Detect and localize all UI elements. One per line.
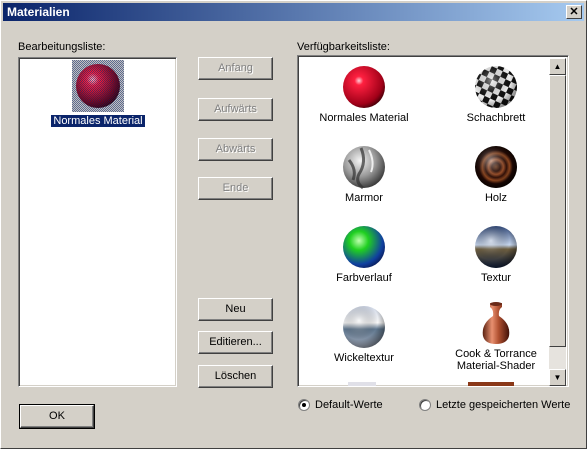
material-item-marble[interactable]: Marmor [304,144,424,204]
title-bar: Materialien ✕ [3,3,584,21]
edit-list-label: Bearbeitungsliste: [18,41,106,53]
radio-default-values-label: Default-Werte [315,399,383,411]
material-item-label: Normales Material [319,112,409,124]
material-item-label: Schachbrett [466,112,526,124]
edit-list-item[interactable]: Normales Material [41,60,155,128]
down-button[interactable]: Abwärts [198,138,273,161]
material-item-cook-torrance[interactable]: Cook & Torrance Material-Shader [436,300,556,372]
marble-sphere-icon [343,146,385,190]
wrap-texture-sphere-icon [343,306,385,348]
materials-dialog: Materialien ✕ Bearbeitungsliste: Normale… [0,0,587,449]
vertical-scrollbar[interactable]: ▲ ▼ [549,58,566,386]
ok-button[interactable]: OK [19,404,95,429]
red-sphere-icon [72,60,124,112]
checker-sphere-icon [475,66,517,108]
material-item-wood[interactable]: Holz [436,144,556,204]
vase-icon [482,302,510,344]
edit-list-item-label: Normales Material [50,114,146,128]
material-item-label: Textur [481,272,511,284]
radio-last-saved-label: Letzte gespeicherten Werte [436,399,571,411]
partial-item-thumb [348,382,376,386]
up-button[interactable]: Aufwärts [198,98,273,121]
material-item-label: Holz [484,192,507,204]
scrollbar-thumb[interactable] [549,75,566,347]
material-item-label: Marmor [345,192,383,204]
red-sphere-icon [343,66,385,108]
gradient-sphere-icon [343,226,385,268]
partial-item-thumb [468,382,514,386]
radio-last-saved[interactable]: Letzte gespeicherten Werte [419,399,570,411]
radio-default-values[interactable]: Default-Werte [298,399,383,411]
radio-unchecked-icon [419,399,431,411]
radio-checked-icon [298,399,310,411]
scroll-up-icon[interactable]: ▲ [549,58,566,75]
texture-sphere-icon [475,226,517,268]
material-item-gradient[interactable]: Farbverlauf [304,224,424,284]
delete-button[interactable]: Löschen [198,365,273,388]
wood-sphere-icon [475,146,517,188]
material-item-checker[interactable]: Schachbrett [436,64,556,124]
scroll-down-icon[interactable]: ▼ [549,369,566,386]
available-list[interactable]: Normales Material Schachbrett Marmor Hol… [297,55,569,387]
end-button[interactable]: Ende [198,177,273,200]
window-title: Materialien [7,5,70,19]
material-item-wrap-texture[interactable]: Wickeltextur [304,304,424,364]
material-item-normal[interactable]: Normales Material [304,64,424,124]
new-button[interactable]: Neu [198,298,273,321]
material-item-label: Farbverlauf [336,272,392,284]
material-item-label: Wickeltextur [334,352,394,364]
material-item-label: Cook & Torrance Material-Shader [455,348,537,372]
start-button[interactable]: Anfang [198,57,273,80]
available-list-label: Verfügbarkeitsliste: [297,41,390,53]
close-button[interactable]: ✕ [566,5,582,19]
edit-list[interactable]: Normales Material [18,57,177,387]
edit-button[interactable]: Editieren... [198,331,273,354]
material-item-texture[interactable]: Textur [436,224,556,284]
